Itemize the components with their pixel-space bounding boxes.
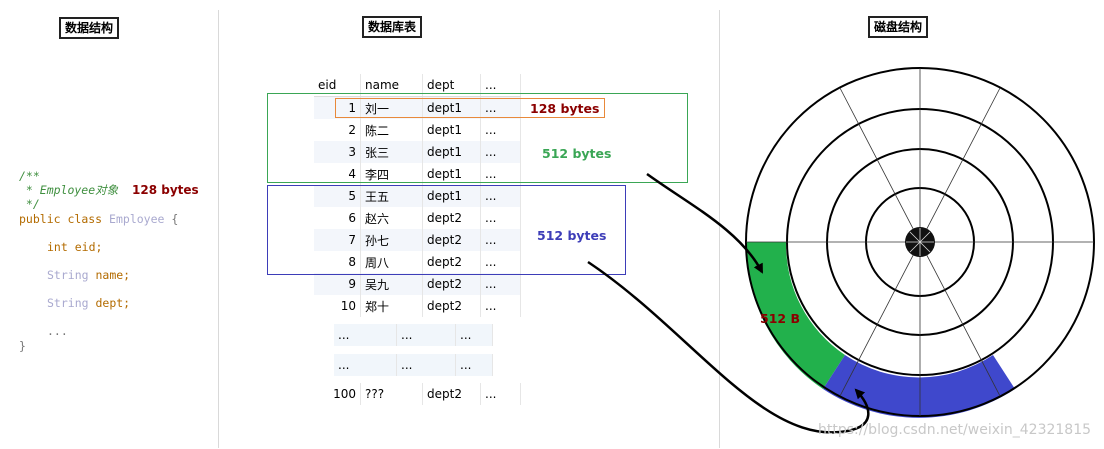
sector-blue bbox=[823, 355, 1015, 418]
disk-diagram bbox=[587, 67, 1095, 434]
watermark-text: https://blog.csdn.net/weixin_42321815 bbox=[818, 422, 1092, 438]
arrow-block1-to-green bbox=[646, 172, 764, 274]
sector-size-label: 512 B bbox=[760, 311, 800, 326]
